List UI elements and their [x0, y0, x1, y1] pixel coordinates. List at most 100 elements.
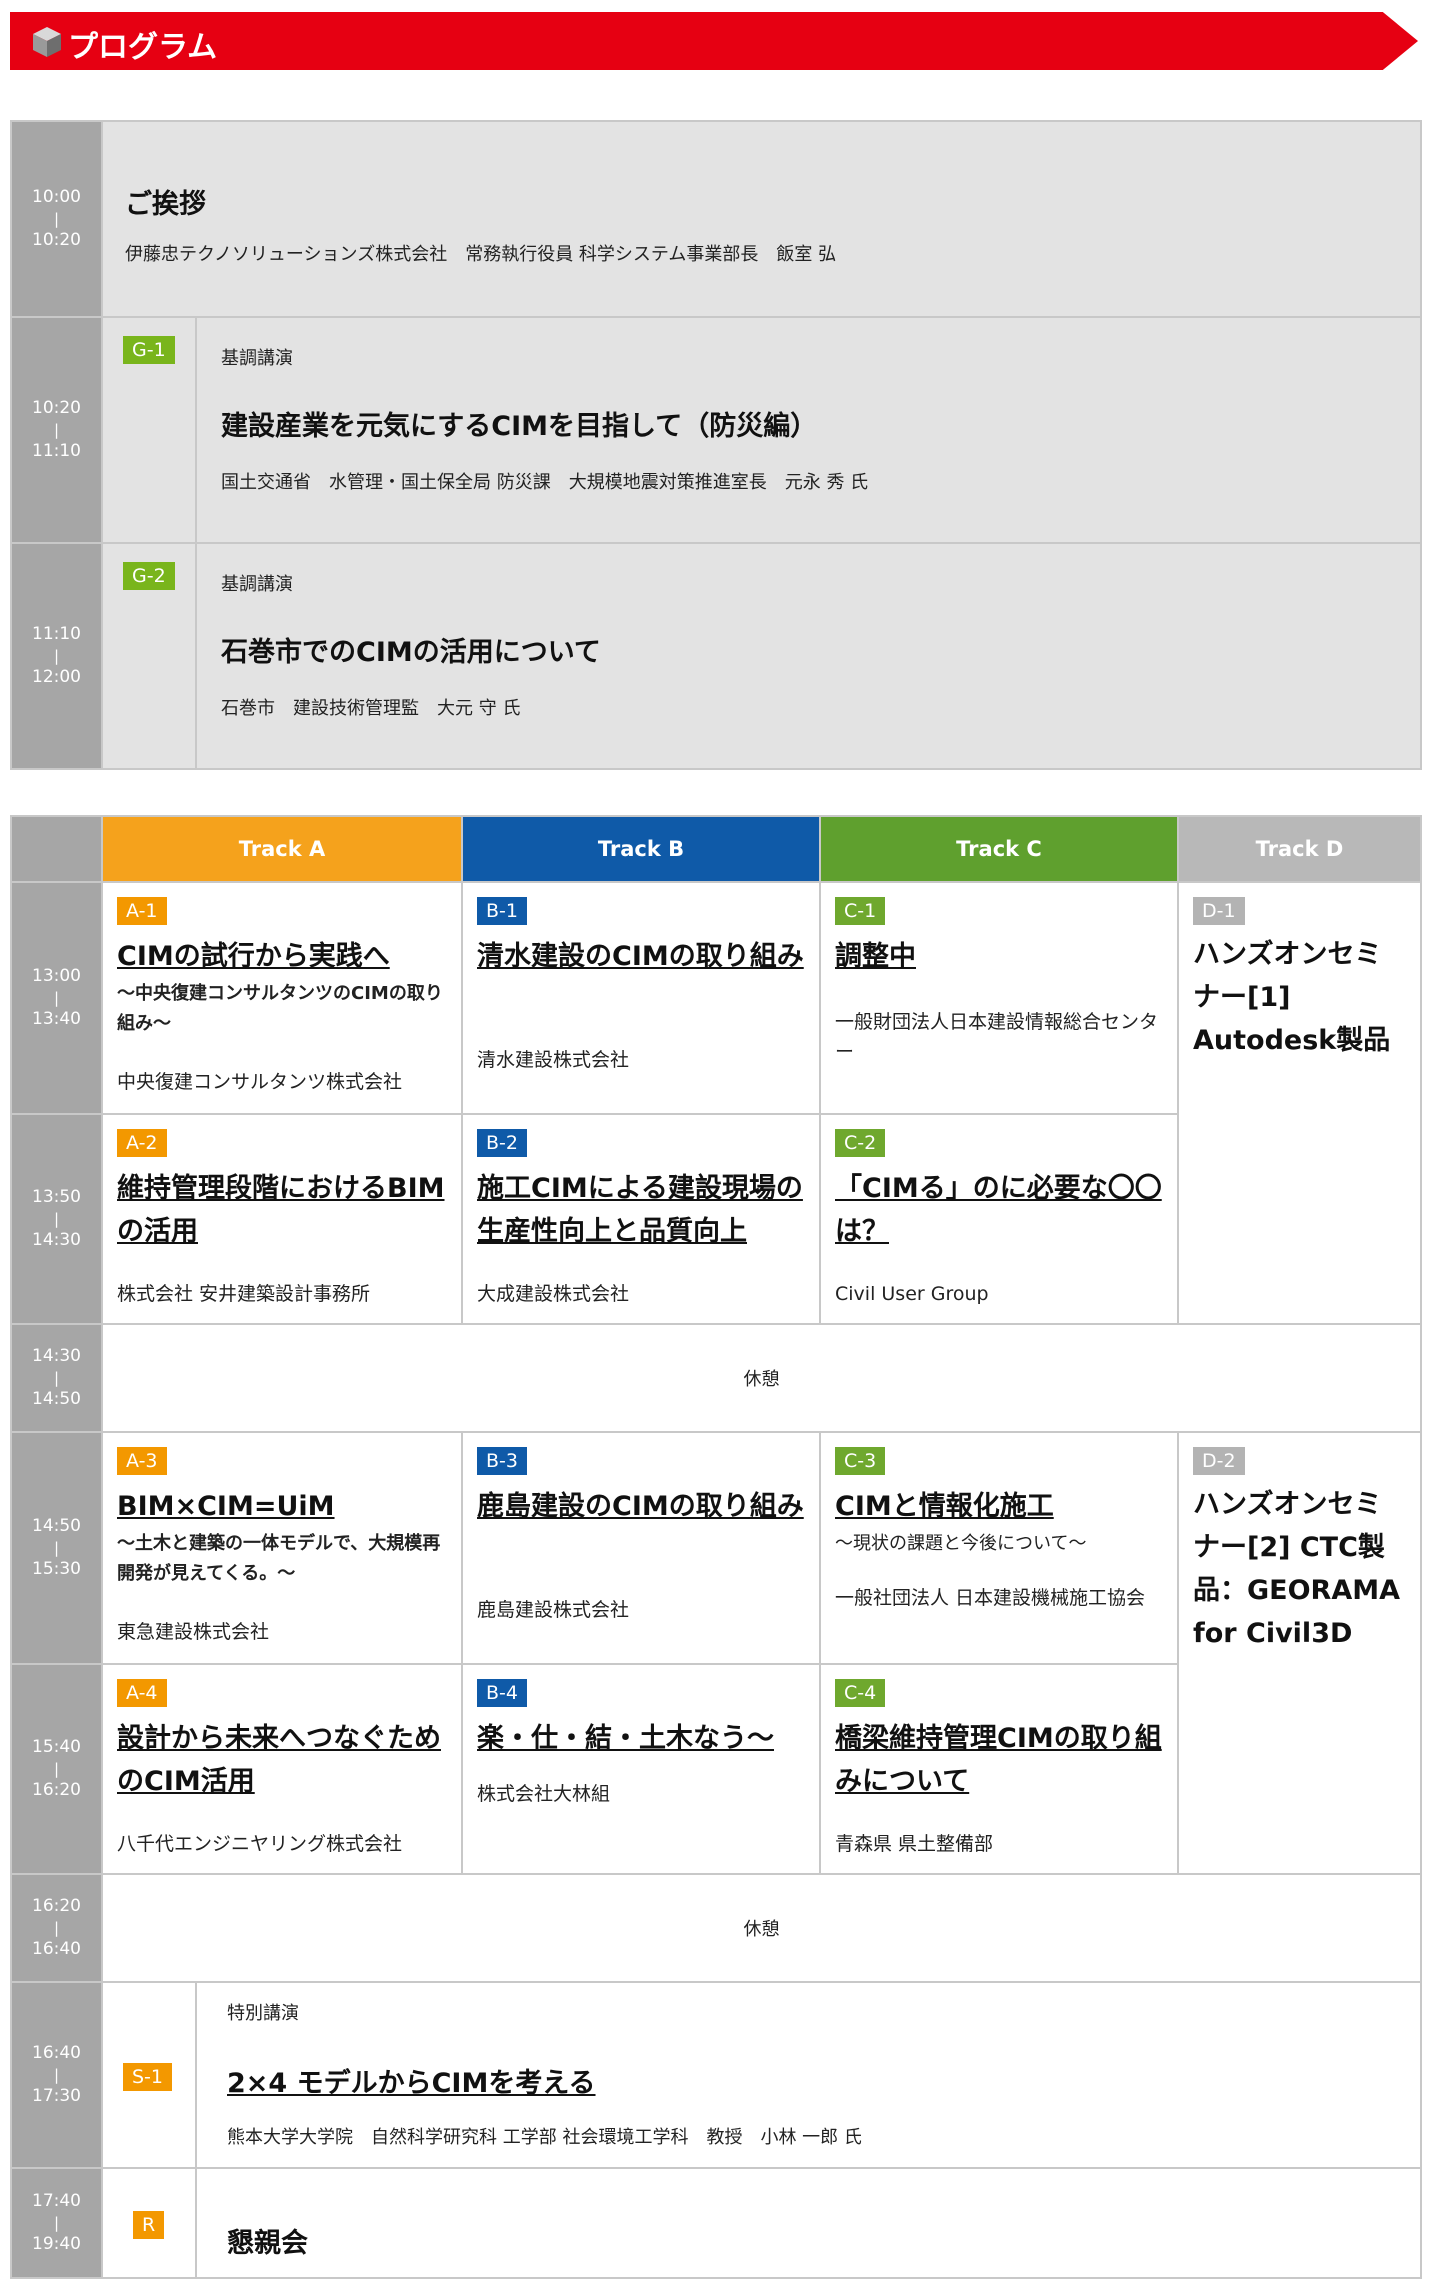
session-title-link[interactable]: 設計から未来へつなぐためのCIM活用	[117, 1717, 447, 1803]
track-table: Track A Track B Track C Track D 13:00 | 13…	[10, 815, 1422, 2279]
session-label: 基調講演	[221, 348, 293, 369]
opening-row: 10:00 | 10:20 ご挨拶 伊藤忠テクノソリューションズ株式会社 常務執行役…	[10, 120, 1422, 318]
session-c1[interactable]: C-1 調整中 一般財団法人日本建設情報総合センター	[819, 881, 1179, 1115]
session-badge: A-4	[117, 1679, 167, 1707]
program-header: プログラム	[10, 12, 1418, 70]
party-row: 17:40 | 19:40 R 懇親会	[10, 2167, 1422, 2279]
session-org: 東急建設株式会社	[117, 1621, 270, 1643]
keynote-row: 11:10 | 12:00 G-2 基調講演 石巻市でのCIMの活用について 石巻市…	[10, 542, 1422, 770]
track-d-header: Track D	[1177, 815, 1422, 883]
session-title-link[interactable]: 調整中	[835, 935, 1163, 978]
session-a1[interactable]: A-1 CIMの試行から実践へ ～中央復建コンサルタンツのCIMの取り組み～ 中…	[101, 881, 463, 1115]
session-row: 14:50 | 15:30 A-3 BIM×CIM=UiM ～土木と建築の一体モデル…	[10, 1431, 1422, 1875]
session-badge: A-1	[117, 897, 167, 925]
session-subtitle: ～土木と建築の一体モデルで、大規模再開発が見えてくる。～	[117, 1533, 441, 1584]
session-c3[interactable]: C-3 CIMと情報化施工 ～現状の課題と今後について～ 一般社団法人 日本建設…	[819, 1431, 1179, 1665]
cube-icon	[33, 27, 61, 57]
session-title: ハンズオンセミナー[1] Autodesk製品	[1193, 939, 1391, 1056]
session-badge: G-2	[123, 562, 175, 590]
session-badge: C-3	[835, 1447, 886, 1475]
session-org: 中央復建コンサルタンツ株式会社	[117, 1071, 403, 1093]
session-title-link[interactable]: 「CIMる」のに必要な〇〇は？	[835, 1167, 1163, 1253]
session-title-link[interactable]: 橋梁維持管理CIMの取り組みについて	[835, 1717, 1163, 1803]
special-row: 16:40 | 17:30 S-1 特別講演 2×4 モデルからCIMを考える 熊本…	[10, 1981, 1422, 2169]
session-title: ハンズオンセミナー[2] CTC製品：GEORAMA for Civil3D	[1193, 1489, 1401, 1649]
session-badge: C-4	[835, 1679, 886, 1707]
track-header-row: Track A Track B Track C Track D	[10, 815, 1422, 883]
session-title-link[interactable]: 施工CIMによる建設現場の生産性向上と品質向上	[477, 1167, 805, 1253]
session-badge: C-2	[835, 1129, 886, 1157]
time-slot: 16:20 | 16:40	[10, 1873, 103, 1983]
session-d2[interactable]: D-2 ハンズオンセミナー[2] CTC製品：GEORAMA for Civil…	[1177, 1431, 1422, 1875]
session-subtitle: ～現状の課題と今後について～	[835, 1533, 1087, 1554]
session-badge: D-2	[1193, 1447, 1245, 1475]
time-header	[10, 815, 103, 883]
time-slot: 11:10 | 12:00	[10, 542, 103, 770]
page-title: プログラム	[68, 30, 218, 65]
session-title-link[interactable]: 鹿島建設のCIMの取り組み	[477, 1485, 805, 1528]
keynote-cell[interactable]: 基調講演 建設産業を元気にするCIMを目指して（防災編） 国土交通省 水管理・国…	[195, 316, 1422, 544]
session-a3[interactable]: A-3 BIM×CIM=UiM ～土木と建築の一体モデルで、大規模再開発が見えて…	[101, 1431, 463, 1665]
session-speaker: 石巻市 建設技術管理監 大元 守 氏	[221, 698, 521, 719]
time-slot: 16:40 | 17:30	[10, 1981, 103, 2169]
session-title: 石巻市でのCIMの活用について	[221, 637, 601, 668]
session-title-link[interactable]: 楽・仕・結・土木なう～	[477, 1717, 805, 1760]
session-b2[interactable]: B-2 施工CIMによる建設現場の生産性向上と品質向上 大成建設株式会社	[461, 1113, 821, 1325]
session-title-link[interactable]: 2×4 モデルからCIMを考える	[227, 2061, 596, 2100]
session-row: 13:00 | 13:40 A-1 CIMの試行から実践へ ～中央復建コンサルタンツ…	[10, 881, 1422, 1325]
time-slot: 13:00 | 13:40	[10, 881, 103, 1115]
session-b1[interactable]: B-1 清水建設のCIMの取り組み 清水建設株式会社	[461, 881, 821, 1115]
opening-cell: ご挨拶 伊藤忠テクノソリューションズ株式会社 常務執行役員 科学システム事業部長…	[101, 120, 1422, 318]
session-badge: B-3	[477, 1447, 527, 1475]
badge-cell: S-1	[101, 1981, 197, 2169]
session-a4[interactable]: A-4 設計から未来へつなぐためのCIM活用 八千代エンジニヤリング株式会社	[101, 1663, 463, 1875]
session-speaker: 国土交通省 水管理・国土保全局 防災課 大規模地震対策推進室長 元永 秀 氏	[221, 472, 869, 493]
session-badge: B-1	[477, 897, 527, 925]
session-label: 特別講演	[227, 2003, 299, 2024]
session-title-link[interactable]: 清水建設のCIMの取り組み	[477, 935, 805, 978]
session-title-link[interactable]: CIMの試行から実践へ	[117, 935, 447, 978]
session-badge: A-3	[117, 1447, 167, 1475]
session-a2[interactable]: A-2 維持管理段階におけるBIMの活用 株式会社 安井建築設計事務所	[101, 1113, 463, 1325]
session-d1[interactable]: D-1 ハンズオンセミナー[1] Autodesk製品	[1177, 881, 1422, 1325]
session-title-link[interactable]: CIMと情報化施工	[835, 1485, 1163, 1528]
track-b-header: Track B	[461, 815, 821, 883]
session-title-link[interactable]: 維持管理段階におけるBIMの活用	[117, 1167, 447, 1253]
session-badge: S-1	[123, 2063, 173, 2091]
session-badge: G-1	[123, 336, 175, 364]
break-row: 14:30 | 14:50 休憩	[10, 1323, 1422, 1433]
session-label: 基調講演	[221, 574, 293, 595]
session-c2[interactable]: C-2 「CIMる」のに必要な〇〇は？ Civil User Group	[819, 1113, 1179, 1325]
session-subtitle: ～中央復建コンサルタンツのCIMの取り組み～	[117, 983, 443, 1034]
break-row: 16:20 | 16:40 休憩	[10, 1873, 1422, 1983]
session-org: 鹿島建設株式会社	[477, 1599, 630, 1621]
session-org: 八千代エンジニヤリング株式会社	[117, 1833, 403, 1855]
keynote-row: 10:20 | 11:10 G-1 基調講演 建設産業を元気にするCIMを目指して（…	[10, 316, 1422, 544]
time-slot: 15:40 | 16:20	[10, 1663, 103, 1875]
session-c4[interactable]: C-4 橋梁維持管理CIMの取り組みについて 青森県 県土整備部	[819, 1663, 1179, 1875]
time-slot: 14:50 | 15:30	[10, 1431, 103, 1665]
opening-speaker: 伊藤忠テクノソリューションズ株式会社 常務執行役員 科学システム事業部長 飯室 …	[125, 244, 837, 265]
session-title-link[interactable]: BIM×CIM=UiM	[117, 1485, 447, 1528]
keynote-cell[interactable]: 基調講演 石巻市でのCIMの活用について 石巻市 建設技術管理監 大元 守 氏	[195, 542, 1422, 770]
keynote-table: 10:00 | 10:20 ご挨拶 伊藤忠テクノソリューションズ株式会社 常務執行役…	[10, 120, 1422, 770]
session-badge: A-2	[117, 1129, 167, 1157]
session-b3[interactable]: B-3 鹿島建設のCIMの取り組み 鹿島建設株式会社	[461, 1431, 821, 1665]
time-slot: 17:40 | 19:40	[10, 2167, 103, 2279]
track-a-header: Track A	[101, 815, 463, 883]
session-org: 大成建設株式会社	[477, 1283, 630, 1305]
badge-cell: G-2	[101, 542, 197, 770]
session-org: 一般社団法人 日本建設機械施工協会	[835, 1587, 1146, 1609]
break-label: 休憩	[101, 1323, 1422, 1433]
session-badge: R	[133, 2211, 165, 2239]
special-cell[interactable]: 特別講演 2×4 モデルからCIMを考える 熊本大学大学院 自然科学研究科 工学…	[195, 1981, 1422, 2169]
break-label: 休憩	[101, 1873, 1422, 1983]
session-badge: D-1	[1193, 897, 1245, 925]
session-speaker: 熊本大学大学院 自然科学研究科 工学部 社会環境工学科 教授 小林 一郎 氏	[227, 2127, 862, 2148]
session-org: 株式会社 安井建築設計事務所	[117, 1283, 371, 1305]
session-org: 青森県 県土整備部	[835, 1833, 994, 1855]
opening-title: ご挨拶	[125, 189, 206, 220]
session-b4[interactable]: B-4 楽・仕・結・土木なう～ 株式会社大林組	[461, 1663, 821, 1875]
badge-cell: R	[101, 2167, 197, 2279]
session-badge: C-1	[835, 897, 886, 925]
